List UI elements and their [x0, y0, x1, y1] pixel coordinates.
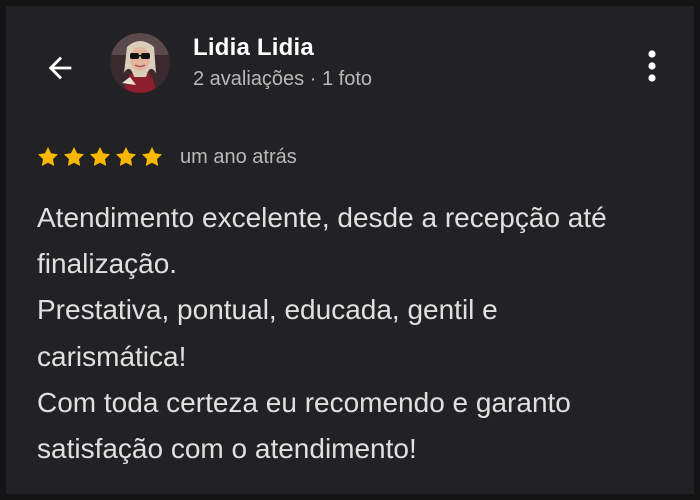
- more-vert-icon: [648, 50, 656, 82]
- arrow-left-icon: [48, 56, 72, 80]
- review-text-line: Atendimento excelente, desde a recepção …: [37, 202, 607, 233]
- star-icon: [90, 147, 110, 167]
- review-detail-screen: Lidia Lidia 2 avaliações · 1 foto um ano…: [0, 0, 700, 500]
- review-text-line: Prestativa, pontual, educada, gentil e: [37, 294, 498, 326]
- star-icon: [116, 147, 136, 167]
- star-rating: [36, 145, 164, 169]
- avatar[interactable]: [110, 33, 170, 93]
- review-text-line: carismática!: [37, 340, 187, 372]
- reviewer-name[interactable]: Lidia Lidia: [193, 34, 314, 62]
- back-button[interactable]: [36, 44, 84, 92]
- reviewer-meta: 2 avaliações · 1 foto: [193, 68, 372, 90]
- star-icon: [142, 147, 162, 167]
- more-options-button[interactable]: [632, 44, 672, 88]
- review-text-line: finalização.: [37, 248, 178, 280]
- star-icon: [38, 147, 58, 167]
- rating-row: um ano atrás: [36, 143, 297, 171]
- review-text: Atendimento excelente, desde a recepção …: [37, 195, 687, 472]
- star-icon: [64, 147, 84, 167]
- review-text-line: Com toda certeza eu recomendo e garanto: [37, 386, 571, 418]
- review-text-line: satisfação com o atendimento!: [37, 433, 417, 465]
- review-date: um ano atrás: [180, 145, 297, 168]
